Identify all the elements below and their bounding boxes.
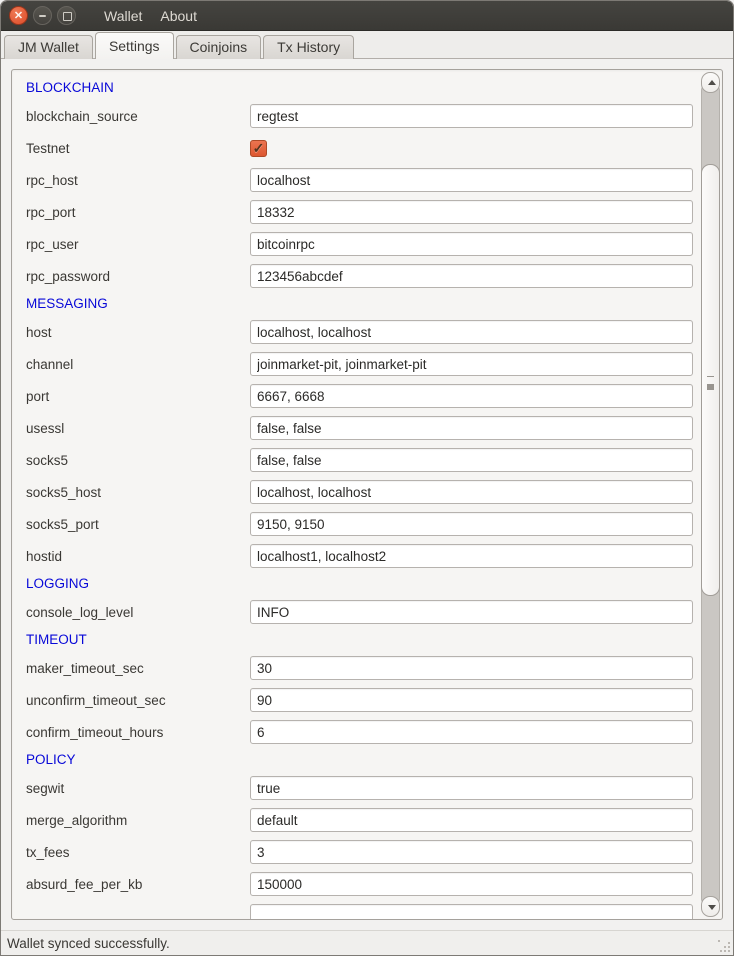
scroll-up-button[interactable] <box>701 72 720 93</box>
port-input[interactable] <box>250 384 693 408</box>
field-label: port <box>26 389 250 404</box>
field-row-absurd-fee-per-kb: absurd_fee_per_kb <box>26 872 698 896</box>
field-label: host <box>26 325 250 340</box>
field-row-rpc-host: rpc_host <box>26 168 698 192</box>
field-label: tx_fees <box>26 845 250 860</box>
field-row-console-log-level: console_log_level <box>26 600 698 624</box>
tab-coinjoins[interactable]: Coinjoins <box>176 35 262 59</box>
field-label: segwit <box>26 781 250 796</box>
field-label: console_log_level <box>26 605 250 620</box>
field-row-tx-fees: tx_fees <box>26 840 698 864</box>
clipped-input[interactable] <box>250 904 693 919</box>
socks5-input[interactable] <box>250 448 693 472</box>
field-row-merge-algorithm: merge_algorithm <box>26 808 698 832</box>
socks5-host-input[interactable] <box>250 480 693 504</box>
hostid-input[interactable] <box>250 544 693 568</box>
confirm-timeout-hours-input[interactable] <box>250 720 693 744</box>
field-row-confirm-timeout-hours: confirm_timeout_hours <box>26 720 698 744</box>
channel-input[interactable] <box>250 352 693 376</box>
tab-tx-history[interactable]: Tx History <box>263 35 354 59</box>
unconfirm-timeout-sec-input[interactable] <box>250 688 693 712</box>
field-row-socks5-host: socks5_host <box>26 480 698 504</box>
tabbar: JM Wallet Settings Coinjoins Tx History <box>1 31 733 59</box>
field-label: socks5_port <box>26 517 250 532</box>
field-label: unconfirm_timeout_sec <box>26 693 250 708</box>
settings-form: BLOCKCHAIN blockchain_source Testnet rpc… <box>12 70 698 919</box>
usessl-input[interactable] <box>250 416 693 440</box>
testnet-checkbox[interactable] <box>250 140 267 157</box>
tx-fees-input[interactable] <box>250 840 693 864</box>
field-label: absurd_fee_per_kb <box>26 877 250 892</box>
field-label: Testnet <box>26 141 250 156</box>
field-label: socks5_host <box>26 485 250 500</box>
field-row-maker-timeout-sec: maker_timeout_sec <box>26 656 698 680</box>
titlebar: Wallet About <box>1 1 733 31</box>
field-row-channel: channel <box>26 352 698 376</box>
field-label: rpc_password <box>26 269 250 284</box>
host-input[interactable] <box>250 320 693 344</box>
field-row-host: host <box>26 320 698 344</box>
scroll-down-button[interactable] <box>701 896 720 917</box>
field-row-unconfirm-timeout-sec: unconfirm_timeout_sec <box>26 688 698 712</box>
field-label: blockchain_source <box>26 109 250 124</box>
field-label: socks5 <box>26 453 250 468</box>
menu-item-about[interactable]: About <box>151 4 206 28</box>
field-row-socks5: socks5 <box>26 448 698 472</box>
field-row-rpc-port: rpc_port <box>26 200 698 224</box>
field-row-usessl: usessl <box>26 416 698 440</box>
console-log-level-input[interactable] <box>250 600 693 624</box>
section-header-messaging: MESSAGING <box>26 296 698 312</box>
maximize-button[interactable] <box>57 6 76 25</box>
blockchain-source-input[interactable] <box>250 104 693 128</box>
minimize-button[interactable] <box>33 6 52 25</box>
section-header-policy: POLICY <box>26 752 698 768</box>
field-label: usessl <box>26 421 250 436</box>
field-label: merge_algorithm <box>26 813 250 828</box>
menu-item-wallet[interactable]: Wallet <box>95 4 151 28</box>
field-row-rpc-user: rpc_user <box>26 232 698 256</box>
section-header-blockchain: BLOCKCHAIN <box>26 80 698 96</box>
vertical-scrollbar <box>701 72 720 917</box>
menubar: Wallet About <box>95 4 206 28</box>
rpc-host-input[interactable] <box>250 168 693 192</box>
app-window: Wallet About JM Wallet Settings Coinjoin… <box>0 0 734 956</box>
field-row-blockchain-source: blockchain_source <box>26 104 698 128</box>
field-row-port: port <box>26 384 698 408</box>
field-row-testnet: Testnet <box>26 136 698 160</box>
field-label: rpc_user <box>26 237 250 252</box>
field-row-socks5-port: socks5_port <box>26 512 698 536</box>
tab-settings[interactable]: Settings <box>95 32 174 59</box>
field-label: rpc_port <box>26 205 250 220</box>
rpc-port-input[interactable] <box>250 200 693 224</box>
field-row-clipped <box>26 904 698 919</box>
absurd-fee-per-kb-input[interactable] <box>250 872 693 896</box>
field-row-rpc-password: rpc_password <box>26 264 698 288</box>
field-row-segwit: segwit <box>26 776 698 800</box>
close-button[interactable] <box>9 6 28 25</box>
socks5-port-input[interactable] <box>250 512 693 536</box>
statusbar: Wallet synced successfully. <box>1 930 733 955</box>
settings-scroll-area: BLOCKCHAIN blockchain_source Testnet rpc… <box>11 69 723 920</box>
section-header-timeout: TIMEOUT <box>26 632 698 648</box>
maker-timeout-sec-input[interactable] <box>250 656 693 680</box>
merge-algorithm-input[interactable] <box>250 808 693 832</box>
tab-jm-wallet[interactable]: JM Wallet <box>4 35 93 59</box>
status-message: Wallet synced successfully. <box>7 936 170 951</box>
field-label: confirm_timeout_hours <box>26 725 250 740</box>
field-row-hostid: hostid <box>26 544 698 568</box>
field-label: rpc_host <box>26 173 250 188</box>
settings-pane: BLOCKCHAIN blockchain_source Testnet rpc… <box>1 59 733 930</box>
segwit-input[interactable] <box>250 776 693 800</box>
field-label: hostid <box>26 549 250 564</box>
section-header-logging: LOGGING <box>26 576 698 592</box>
rpc-password-input[interactable] <box>250 264 693 288</box>
grip-lines-icon <box>707 376 714 384</box>
field-label: maker_timeout_sec <box>26 661 250 676</box>
field-label: channel <box>26 357 250 372</box>
scrollbar-thumb[interactable] <box>701 164 720 596</box>
rpc-user-input[interactable] <box>250 232 693 256</box>
resize-grip-icon[interactable] <box>717 939 730 952</box>
